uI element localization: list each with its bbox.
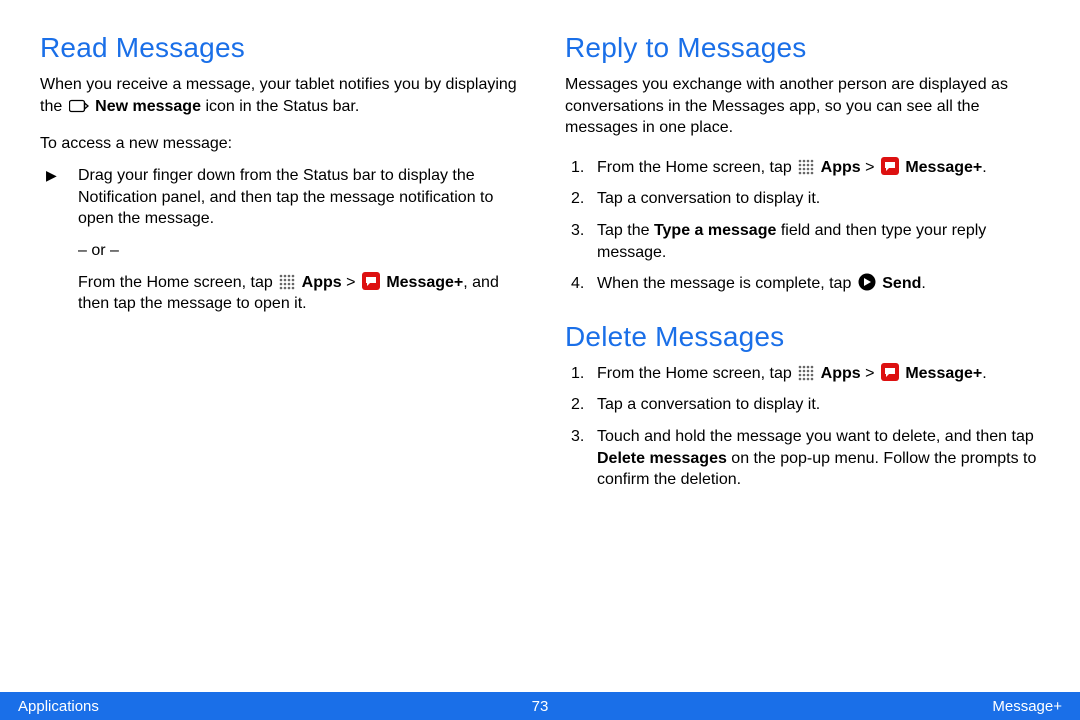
reply-step-3: Tap the Type a message field and then ty… [565,220,1050,263]
apps-grid-icon [798,159,814,175]
r1-msg: Message+ [905,159,982,176]
d3-bold: Delete messages [597,450,727,467]
r4-send: Send [882,275,921,292]
apps-label: Apps [302,274,342,291]
delete-steps: From the Home screen, tap Apps > Message… [565,363,1050,491]
heading-read-messages: Read Messages [40,32,525,64]
r3-bold: Type a message [654,222,776,239]
d3-a: Touch and hold the message you want to d… [597,428,1034,445]
d1-a: From the Home screen, tap [597,365,796,382]
bullet-block: ▶ Drag your finger down from the Status … [40,165,525,315]
or-separator: – or – [78,240,525,262]
r1-apps: Apps [821,159,861,176]
message-plus-icon [362,272,380,290]
footer-left: Applications [18,698,99,715]
delete-step-1: From the Home screen, tap Apps > Message… [565,363,1050,385]
apps-grid-icon [279,274,295,290]
page-number: 73 [532,698,549,715]
play-arrow-icon: ▶ [46,167,57,184]
r3-a: Tap the [597,222,654,239]
reply-step-1: From the Home screen, tap Apps > Message… [565,157,1050,179]
r1-a: From the Home screen, tap [597,159,796,176]
intro-paragraph: When you receive a message, your tablet … [40,74,525,117]
reply-intro: Messages you exchange with another perso… [565,74,1050,139]
bullet1-text: Drag your finger down from the Status ba… [78,165,525,230]
gt1: > [342,274,360,291]
intro-text-b: icon in the Status bar. [205,98,359,115]
footer-right: Message+ [992,698,1062,715]
access-lead: To access a new message: [40,135,525,153]
d1-apps: Apps [821,365,861,382]
send-icon [858,273,876,291]
page-footer: Applications 73 Message+ [0,692,1080,720]
heading-delete: Delete Messages [565,321,1050,353]
apps-grid-icon [798,365,814,381]
message-plus-icon [881,363,899,381]
message-plus-icon [881,157,899,175]
r1-gt: > [861,159,879,176]
heading-reply: Reply to Messages [565,32,1050,64]
bullet2-text-a: From the Home screen, tap [78,274,277,291]
intro-icon-label: New message [95,98,201,115]
delete-step-2: Tap a conversation to display it. [565,394,1050,416]
d1-tail: . [982,365,986,382]
delete-step-3: Touch and hold the message you want to d… [565,426,1050,491]
new-message-icon [69,98,89,114]
r4-tail: . [921,275,925,292]
right-column: Reply to Messages Messages you exchange … [565,32,1050,692]
messageplus-label: Message+ [386,274,463,291]
left-column: Read Messages When you receive a message… [40,32,525,692]
reply-step-2: Tap a conversation to display it. [565,188,1050,210]
reply-step-4: When the message is complete, tap Send. [565,273,1050,295]
d1-gt: > [861,365,879,382]
bullet2: From the Home screen, tap Apps > [78,272,525,315]
r1-tail: . [982,159,986,176]
r4-a: When the message is complete, tap [597,275,856,292]
d1-msg: Message+ [905,365,982,382]
reply-steps: From the Home screen, tap Apps > Message… [565,157,1050,295]
